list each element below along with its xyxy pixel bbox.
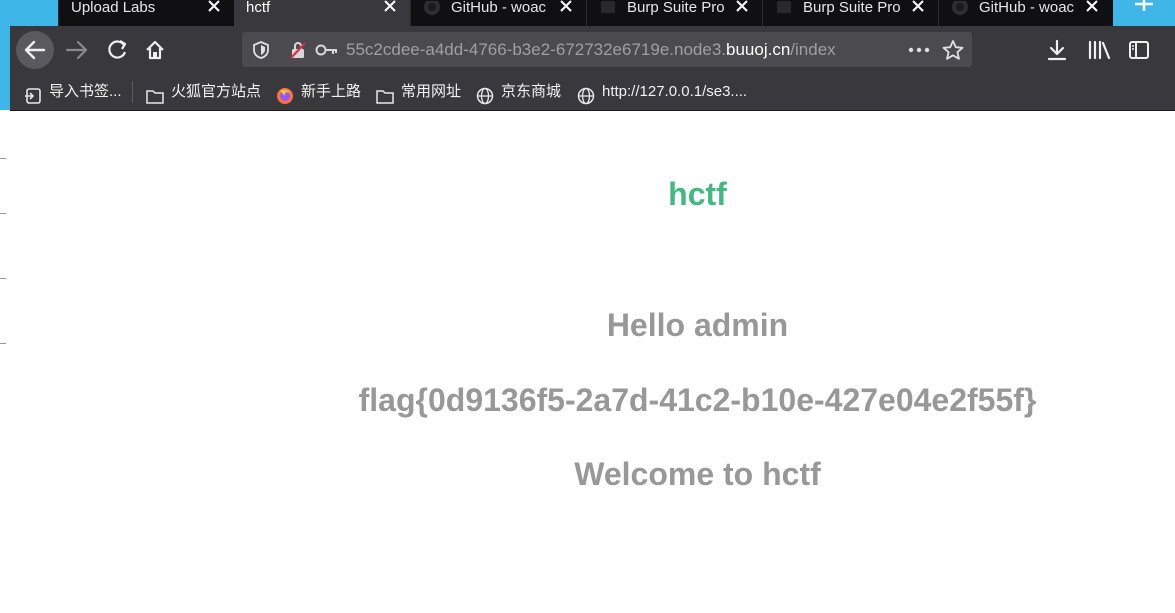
close-icon[interactable] (382, 0, 398, 16)
tab-label: GitHub - woac (979, 0, 1075, 15)
bookmark-label: 新手上路 (301, 83, 362, 100)
page-title: hctf (668, 176, 727, 212)
tab-github-1[interactable]: GitHub - woac (410, 0, 586, 26)
close-icon[interactable] (1084, 0, 1100, 16)
bookmark-label: 常用网址 (401, 83, 462, 100)
library-icon (1088, 40, 1111, 60)
close-icon[interactable] (910, 0, 926, 16)
key-icon[interactable] (314, 40, 340, 60)
sidebar-icon (1129, 41, 1149, 59)
url-path: /index (790, 40, 836, 59)
tab-github-2[interactable]: GitHub - woac (938, 0, 1112, 26)
desktop-edge-mark (0, 278, 6, 279)
github-icon (423, 0, 441, 19)
new-tab-button[interactable] (1113, 0, 1175, 26)
star-icon[interactable] (942, 40, 964, 60)
home-button[interactable] (138, 33, 172, 67)
github-icon (951, 0, 969, 19)
tab-burp-2[interactable]: Burp Suite Pro (762, 0, 938, 26)
close-icon[interactable] (558, 0, 574, 16)
desktop-window-edge (0, 110, 10, 613)
bookmark-label: 导入书签... (49, 83, 122, 100)
more-actions-icon[interactable] (906, 40, 932, 60)
tab-label: Upload Labs (71, 0, 156, 15)
tab-upload-labs[interactable]: Upload Labs (58, 0, 234, 26)
tab-label: hctf (246, 0, 271, 15)
greeting-text: Hello admin (606, 307, 789, 343)
burp-icon (599, 1, 617, 19)
desktop-edge-mark (0, 343, 6, 344)
tab-label: GitHub - woac (451, 0, 547, 15)
folder-icon (146, 83, 164, 104)
library-button[interactable] (1082, 33, 1116, 67)
globe-icon (577, 83, 595, 105)
folder-icon (376, 83, 394, 104)
back-button[interactable] (16, 31, 54, 69)
tab-label: Burp Suite Pro (803, 0, 901, 15)
bookmark-label: http://127.0.0.1/se3.... (602, 83, 748, 100)
tab-hctf[interactable]: hctf (234, 0, 410, 26)
bookmarks-toolbar: 导入书签... 火狐官方站点 新手上路 常用网址 京东商城 http://127… (10, 74, 1175, 111)
downloads-button[interactable] (1040, 33, 1074, 67)
shield-icon[interactable] (251, 40, 271, 60)
burp-icon (775, 1, 793, 19)
bookmarks-separator (132, 81, 133, 103)
url-host: buuoj.cn (726, 40, 791, 59)
import-icon (24, 83, 42, 104)
tab-strip-spacer (10, 0, 58, 26)
plus-icon (1135, 0, 1153, 11)
tab-burp-1[interactable]: Burp Suite Pro (586, 0, 762, 26)
navigation-toolbar: 55c2cdee-a4dd-4766-b3e2-672732e6719e.nod… (10, 26, 1175, 74)
url-text: 55c2cdee-a4dd-4766-b3e2-672732e6719e.nod… (346, 32, 836, 67)
arrow-right-icon (65, 40, 88, 60)
forward-button[interactable] (60, 33, 94, 67)
download-icon (1047, 39, 1067, 61)
bookmark-label: 火狐官方站点 (171, 83, 262, 100)
sidebar-button[interactable] (1122, 33, 1156, 67)
reload-icon (108, 40, 127, 59)
home-icon (146, 40, 164, 60)
desktop-edge-mark (0, 158, 6, 159)
url-prefix: 55c2cdee-a4dd-4766-b3e2-672732e6719e.nod… (346, 40, 727, 59)
close-icon[interactable] (206, 0, 222, 16)
arrow-left-icon (24, 40, 46, 60)
insecure-lock-icon[interactable] (288, 40, 308, 60)
tab-strip: Upload Labs hctf GitHub - woac Burp Suit… (10, 0, 1175, 26)
flag-text: flag{0d9136f5-2a7d-41c2-b10e-427e04e2f55… (358, 382, 1037, 418)
address-bar[interactable]: 55c2cdee-a4dd-4766-b3e2-672732e6719e.nod… (242, 32, 972, 67)
desktop-edge-mark (0, 213, 6, 214)
welcome-text: Welcome to hctf (574, 456, 821, 492)
page-content: hctf Hello admin flag{0d9136f5-2a7d-41c2… (10, 111, 1175, 613)
close-icon[interactable] (734, 0, 750, 16)
tab-label: Burp Suite Pro (627, 0, 725, 15)
bookmark-label: 京东商城 (501, 83, 562, 100)
firefox-icon (276, 83, 294, 104)
globe-icon (476, 83, 494, 105)
reload-button[interactable] (100, 33, 134, 67)
